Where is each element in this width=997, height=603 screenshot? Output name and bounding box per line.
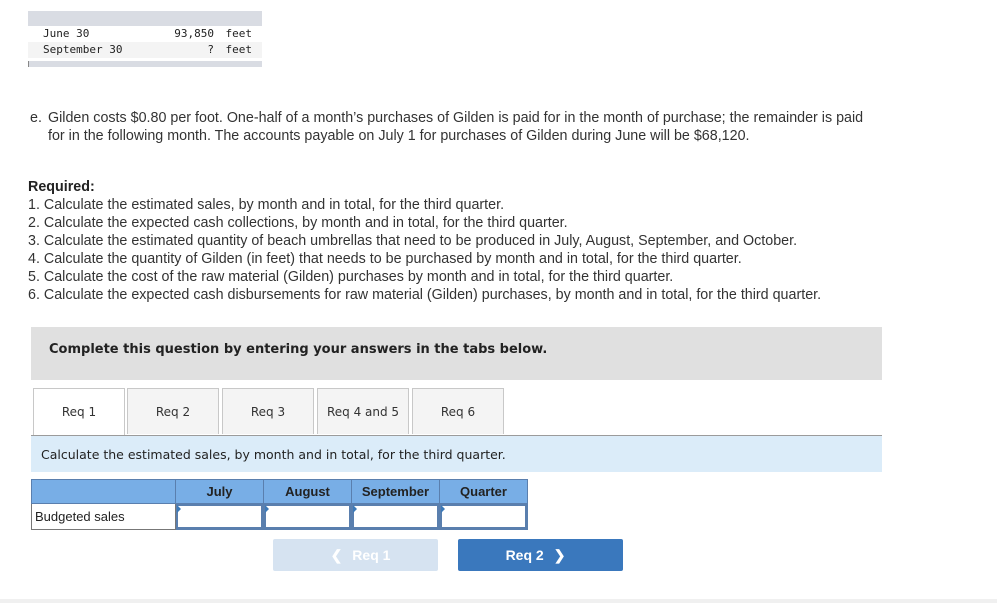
tab-req-1[interactable]: Req 1 — [33, 388, 125, 436]
july-sales-input[interactable] — [176, 504, 263, 529]
paragraph-line: Gilden costs $0.80 per foot. One-half of… — [48, 110, 864, 126]
row-unit: feet — [225, 27, 253, 40]
paragraph-line: for in the following month. The accounts… — [48, 128, 750, 144]
prev-label: Req 1 — [352, 547, 391, 563]
required-section: Required: 1. Calculate the estimated sal… — [28, 178, 968, 304]
feet-inventory-table: June 30 93,850 feet September 30 ? feet — [28, 11, 262, 67]
row-value: 93,850 — [174, 27, 214, 40]
row-label: September 30 — [43, 43, 123, 56]
budgeted-sales-table: July August September Quarter Budgeted s… — [31, 479, 528, 530]
required-item: 3. Calculate the estimated quantity of b… — [28, 233, 798, 249]
banner-text: Complete this question by entering your … — [49, 342, 548, 357]
bottom-divider — [0, 599, 997, 603]
required-item: 2. Calculate the expected cash collectio… — [28, 215, 568, 231]
quarter-sales-input[interactable] — [440, 504, 527, 529]
quarter-cell — [439, 503, 528, 530]
august-sales-input[interactable] — [264, 504, 351, 529]
september-cell — [351, 503, 440, 530]
tab-req-4-and-5[interactable]: Req 4 and 5 — [317, 388, 409, 434]
instruction-text: Calculate the estimated sales, by month … — [41, 447, 506, 462]
table-footer — [28, 61, 262, 67]
table-row: Budgeted sales — [31, 503, 528, 530]
header-row: July August September Quarter — [31, 479, 528, 504]
input-marker-icon — [353, 505, 357, 513]
next-req-button[interactable]: Req 2 ❯ — [458, 539, 623, 571]
required-item: 6. Calculate the expected cash disbursem… — [28, 287, 822, 303]
paragraph-e: e. Gilden costs $0.80 per foot. One-half … — [30, 109, 960, 145]
input-marker-icon — [177, 505, 181, 513]
header-blank — [31, 479, 176, 504]
july-cell — [175, 503, 264, 530]
input-marker-icon — [265, 505, 269, 513]
input-marker-icon — [441, 505, 445, 513]
september-sales-input[interactable] — [352, 504, 439, 529]
header-quarter: Quarter — [439, 479, 528, 504]
table-row: September 30 ? feet — [28, 42, 262, 58]
table-row: June 30 93,850 feet — [28, 26, 262, 42]
row-label: June 30 — [43, 27, 90, 40]
header-september: September — [351, 479, 440, 504]
row-unit: feet — [225, 43, 253, 56]
paragraph-letter: e. — [30, 110, 42, 126]
header-august: August — [263, 479, 352, 504]
chevron-right-icon: ❯ — [553, 547, 566, 563]
instructions-banner: Complete this question by entering your … — [31, 327, 882, 380]
required-title: Required: — [28, 179, 95, 195]
required-item: 5. Calculate the cost of the raw materia… — [28, 269, 674, 285]
tab-req-3[interactable]: Req 3 — [222, 388, 314, 434]
prev-req-button[interactable]: ❮ Req 1 — [273, 539, 438, 571]
row-value: ? — [207, 43, 214, 56]
row-label-budgeted-sales: Budgeted sales — [31, 503, 176, 530]
required-item: 4. Calculate the quantity of Gilden (in … — [28, 251, 742, 267]
chevron-left-icon: ❮ — [330, 547, 343, 563]
august-cell — [263, 503, 352, 530]
tab-req-6[interactable]: Req 6 — [412, 388, 504, 434]
requirement-instruction: Calculate the estimated sales, by month … — [31, 435, 882, 472]
table-header — [28, 11, 262, 26]
header-july: July — [175, 479, 264, 504]
tab-req-2[interactable]: Req 2 — [127, 388, 219, 434]
next-label: Req 2 — [505, 547, 544, 563]
required-item: 1. Calculate the estimated sales, by mon… — [28, 197, 505, 213]
